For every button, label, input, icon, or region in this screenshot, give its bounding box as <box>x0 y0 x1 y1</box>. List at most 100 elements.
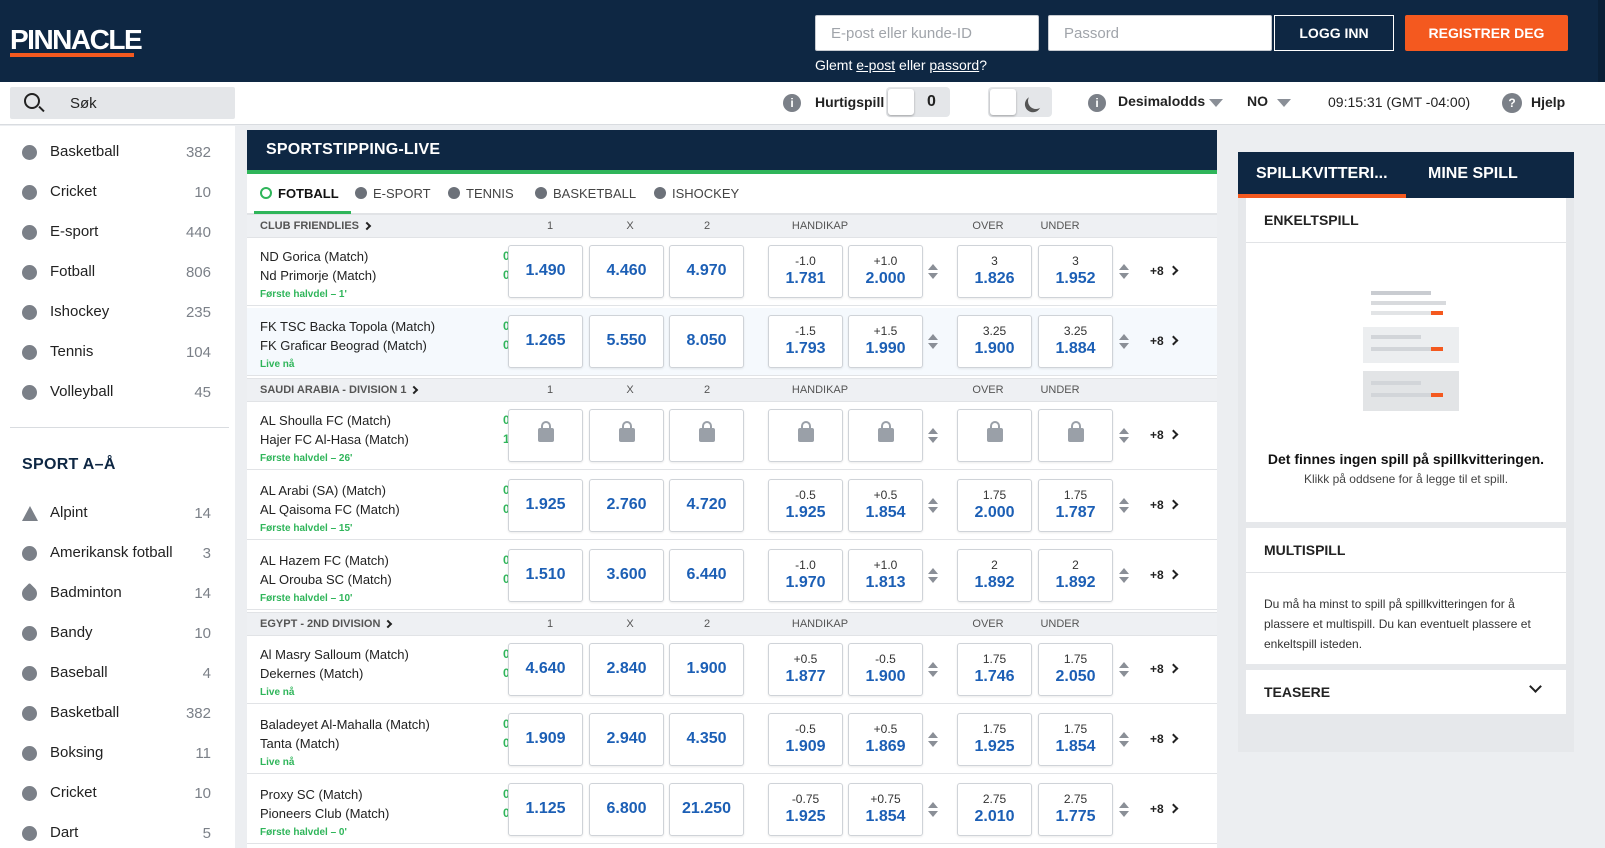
under-button[interactable]: 1.75 1.854 <box>1038 713 1113 766</box>
home-team[interactable]: AL Hazem FC (Match) <box>260 553 389 568</box>
odds-away-button[interactable]: 4.350 <box>669 713 744 766</box>
away-team[interactable]: FK Graficar Beograd (Match) <box>260 338 427 353</box>
sidebar-item-amerikansk-fotball[interactable]: Amerikansk fotball 3 <box>0 534 235 574</box>
sidebar-item-cricket-az[interactable]: Cricket 10 <box>0 774 235 814</box>
alternate-lines-icon[interactable] <box>1119 264 1129 280</box>
language-select[interactable]: NO <box>1247 93 1268 109</box>
alternate-lines-icon[interactable] <box>928 732 938 748</box>
odds-away-button[interactable]: 6.440 <box>669 549 744 602</box>
away-team[interactable]: AL Qaisoma FC (Match) <box>260 502 400 517</box>
more-markets-link[interactable]: +8 <box>1150 662 1179 676</box>
sidebar-item-boksing[interactable]: Boksing 11 <box>0 734 235 774</box>
alternate-lines-icon[interactable] <box>1119 334 1129 350</box>
under-button[interactable]: 2.75 1.775 <box>1038 783 1113 836</box>
sidebar-item-baseball[interactable]: Baseball 4 <box>0 654 235 694</box>
tab-betslip[interactable]: SPILLKVITTERI... <box>1256 165 1388 183</box>
odds-home-button[interactable]: 1.909 <box>508 713 583 766</box>
forgot-email-link[interactable]: e-post <box>856 57 895 73</box>
sidebar-item-ishockey[interactable]: Ishockey 235 <box>0 293 235 333</box>
under-button[interactable]: 1.75 2.050 <box>1038 643 1113 696</box>
quickbet-toggle[interactable]: 0 <box>886 87 950 117</box>
handicap-home-button[interactable]: -1.0 1.781 <box>768 245 843 298</box>
alternate-lines-icon[interactable] <box>928 264 938 280</box>
handicap-home-button[interactable]: +0.5 1.877 <box>768 643 843 696</box>
odds-home-button[interactable]: 1.490 <box>508 245 583 298</box>
more-markets-link[interactable]: +8 <box>1150 264 1179 278</box>
home-team[interactable]: FK TSC Backa Topola (Match) <box>260 319 435 334</box>
email-field[interactable]: E-post eller kunde-ID <box>815 15 1039 51</box>
more-markets-link[interactable]: +8 <box>1150 498 1179 512</box>
handicap-away-button[interactable]: +0.5 1.869 <box>848 713 923 766</box>
odds-draw-button[interactable]: 2.840 <box>589 643 664 696</box>
handicap-home-button[interactable]: -0.5 1.925 <box>768 479 843 532</box>
over-button[interactable]: 1.75 2.000 <box>957 479 1032 532</box>
alternate-lines-icon[interactable] <box>928 802 938 818</box>
sidebar-item-basketball[interactable]: Basketball 382 <box>0 133 235 173</box>
handicap-home-button[interactable]: -1.5 1.793 <box>768 315 843 368</box>
under-button[interactable]: 2 1.892 <box>1038 549 1113 602</box>
password-field[interactable]: Passord <box>1048 15 1272 51</box>
handicap-away-button[interactable]: +0.5 1.854 <box>848 479 923 532</box>
dark-mode-toggle[interactable] <box>988 87 1052 117</box>
sidebar-item-esport[interactable]: E-sport 440 <box>0 213 235 253</box>
alternate-lines-icon[interactable] <box>928 428 938 444</box>
league-name-link[interactable]: CLUB FRIENDLIES <box>260 220 359 232</box>
chevron-down-icon[interactable] <box>1209 99 1223 107</box>
under-button[interactable]: 1.75 1.787 <box>1038 479 1113 532</box>
over-button[interactable]: 1.75 1.746 <box>957 643 1032 696</box>
more-markets-link[interactable]: +8 <box>1150 732 1179 746</box>
alternate-lines-icon[interactable] <box>928 334 938 350</box>
handicap-home-button[interactable]: -1.0 1.970 <box>768 549 843 602</box>
more-markets-link[interactable]: +8 <box>1150 802 1179 816</box>
alternate-lines-icon[interactable] <box>1119 662 1129 678</box>
odds-away-button[interactable]: 21.250 <box>669 783 744 836</box>
away-team[interactable]: Pioneers Club (Match) <box>260 806 389 821</box>
sidebar-item-fotball[interactable]: Fotball 806 <box>0 253 235 293</box>
away-team[interactable]: AL Orouba SC (Match) <box>260 572 392 587</box>
tab-my-bets[interactable]: MINE SPILL <box>1428 165 1518 183</box>
more-markets-link[interactable]: +8 <box>1150 568 1179 582</box>
login-button[interactable]: LOGG INN <box>1274 15 1394 51</box>
sidebar-item-basketball-az[interactable]: Basketball 382 <box>0 694 235 734</box>
away-team[interactable]: Hajer FC Al-Hasa (Match) <box>260 432 409 447</box>
search-input[interactable]: Søk <box>10 87 235 119</box>
sidebar-item-tennis[interactable]: Tennis 104 <box>0 333 235 373</box>
away-team[interactable]: Dekernes (Match) <box>260 666 363 681</box>
odds-away-button[interactable]: 4.720 <box>669 479 744 532</box>
forgot-password-link[interactable]: passord <box>929 57 979 73</box>
odds-draw-button[interactable]: 2.760 <box>589 479 664 532</box>
odds-draw-button[interactable]: 3.600 <box>589 549 664 602</box>
odds-draw-button[interactable]: 4.460 <box>589 245 664 298</box>
more-markets-link[interactable]: +8 <box>1150 428 1179 442</box>
under-button[interactable]: 3.25 1.884 <box>1038 315 1113 368</box>
odds-home-button[interactable]: 1.125 <box>508 783 583 836</box>
alternate-lines-icon[interactable] <box>928 498 938 514</box>
home-team[interactable]: Baladeyet Al-Mahalla (Match) <box>260 717 430 732</box>
over-button[interactable]: 2.75 2.010 <box>957 783 1032 836</box>
odds-home-button[interactable]: 4.640 <box>508 643 583 696</box>
info-icon[interactable]: i <box>783 94 801 112</box>
handicap-away-button[interactable]: +1.0 2.000 <box>848 245 923 298</box>
over-button[interactable]: 3.25 1.900 <box>957 315 1032 368</box>
odds-draw-button[interactable]: 2.940 <box>589 713 664 766</box>
odds-away-button[interactable]: 1.900 <box>669 643 744 696</box>
alternate-lines-icon[interactable] <box>928 662 938 678</box>
alternate-lines-icon[interactable] <box>928 568 938 584</box>
home-team[interactable]: ND Gorica (Match) <box>260 249 368 264</box>
handicap-away-button[interactable]: +0.75 1.854 <box>848 783 923 836</box>
over-button[interactable]: 1.75 1.925 <box>957 713 1032 766</box>
odds-format-select[interactable]: Desimalodds <box>1118 93 1205 109</box>
under-button[interactable]: 3 1.952 <box>1038 245 1113 298</box>
info-icon[interactable]: i <box>1088 94 1106 112</box>
home-team[interactable]: AL Shoulla FC (Match) <box>260 413 391 428</box>
chevron-down-icon[interactable] <box>1529 680 1542 693</box>
sidebar-item-badminton[interactable]: Badminton 14 <box>0 574 235 614</box>
handicap-away-button[interactable]: +1.0 1.813 <box>848 549 923 602</box>
handicap-home-button[interactable]: -0.75 1.925 <box>768 783 843 836</box>
odds-home-button[interactable]: 1.265 <box>508 315 583 368</box>
odds-home-button[interactable]: 1.925 <box>508 479 583 532</box>
chevron-down-icon[interactable] <box>1277 99 1291 107</box>
odds-away-button[interactable]: 4.970 <box>669 245 744 298</box>
away-team[interactable]: Tanta (Match) <box>260 736 339 751</box>
tab-fotball[interactable]: FOTBALL <box>254 174 351 215</box>
